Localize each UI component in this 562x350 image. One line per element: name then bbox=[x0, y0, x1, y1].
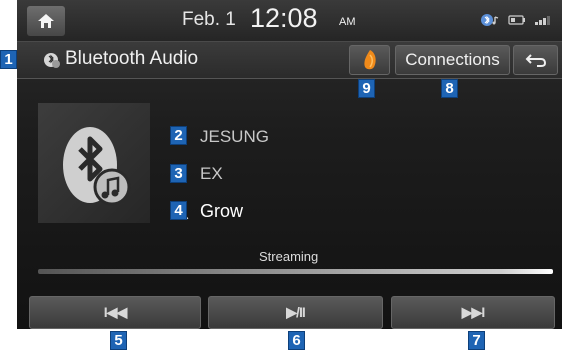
callout-badge: 9 bbox=[358, 79, 375, 98]
next-track-button[interactable]: ▶▶I bbox=[391, 296, 555, 329]
battery-icon bbox=[508, 15, 525, 25]
time-display: 12:08 bbox=[250, 3, 318, 33]
streaming-status: Streaming bbox=[259, 249, 319, 264]
play-pause-button[interactable]: ▶/II bbox=[208, 296, 383, 329]
progress-fill bbox=[38, 269, 553, 274]
home-button[interactable] bbox=[27, 6, 65, 36]
song-title: Grow bbox=[200, 201, 244, 221]
callout-badge: 4 bbox=[170, 201, 187, 220]
callout-badge: 3 bbox=[170, 164, 187, 183]
siri-button[interactable] bbox=[349, 45, 390, 75]
siri-icon bbox=[363, 50, 376, 70]
callout-badge: 2 bbox=[170, 126, 187, 145]
previous-track-icon: I◀◀ bbox=[103, 304, 127, 320]
callout-badge: 6 bbox=[288, 331, 305, 350]
callout-badge: 7 bbox=[468, 331, 485, 350]
date-display: Feb. 1 bbox=[182, 9, 236, 30]
previous-track-button[interactable]: I◀◀ bbox=[29, 296, 201, 329]
artist-name: EX bbox=[200, 164, 223, 183]
bluetooth-audio-icon bbox=[481, 14, 499, 26]
back-arrow-icon bbox=[525, 54, 546, 67]
status-icons bbox=[480, 13, 554, 27]
home-icon bbox=[38, 14, 54, 28]
next-track-icon: ▶▶I bbox=[461, 304, 485, 320]
status-bar: Feb. 1 12:08 AM bbox=[17, 0, 562, 42]
album-art-placeholder bbox=[38, 103, 150, 223]
callout-badge: 1 bbox=[0, 50, 17, 69]
play-pause-icon: ▶/II bbox=[286, 304, 305, 320]
device-name: JESUNG bbox=[200, 127, 269, 146]
ampm-indicator: AM bbox=[339, 16, 356, 28]
callout-badge: 8 bbox=[441, 79, 458, 98]
back-button[interactable] bbox=[513, 45, 558, 75]
bluetooth-music-icon bbox=[63, 127, 131, 206]
progress-bar bbox=[38, 269, 553, 274]
callout-badge: 5 bbox=[110, 331, 127, 350]
head-unit-screen: Feb. 1 12:08 AM Bluetooth Audio Connecti… bbox=[17, 0, 562, 329]
signal-icon bbox=[535, 16, 550, 25]
bluetooth-audio-title-icon bbox=[44, 53, 60, 68]
page-title: Bluetooth Audio bbox=[65, 48, 199, 69]
connections-button[interactable]: Connections bbox=[395, 45, 510, 75]
